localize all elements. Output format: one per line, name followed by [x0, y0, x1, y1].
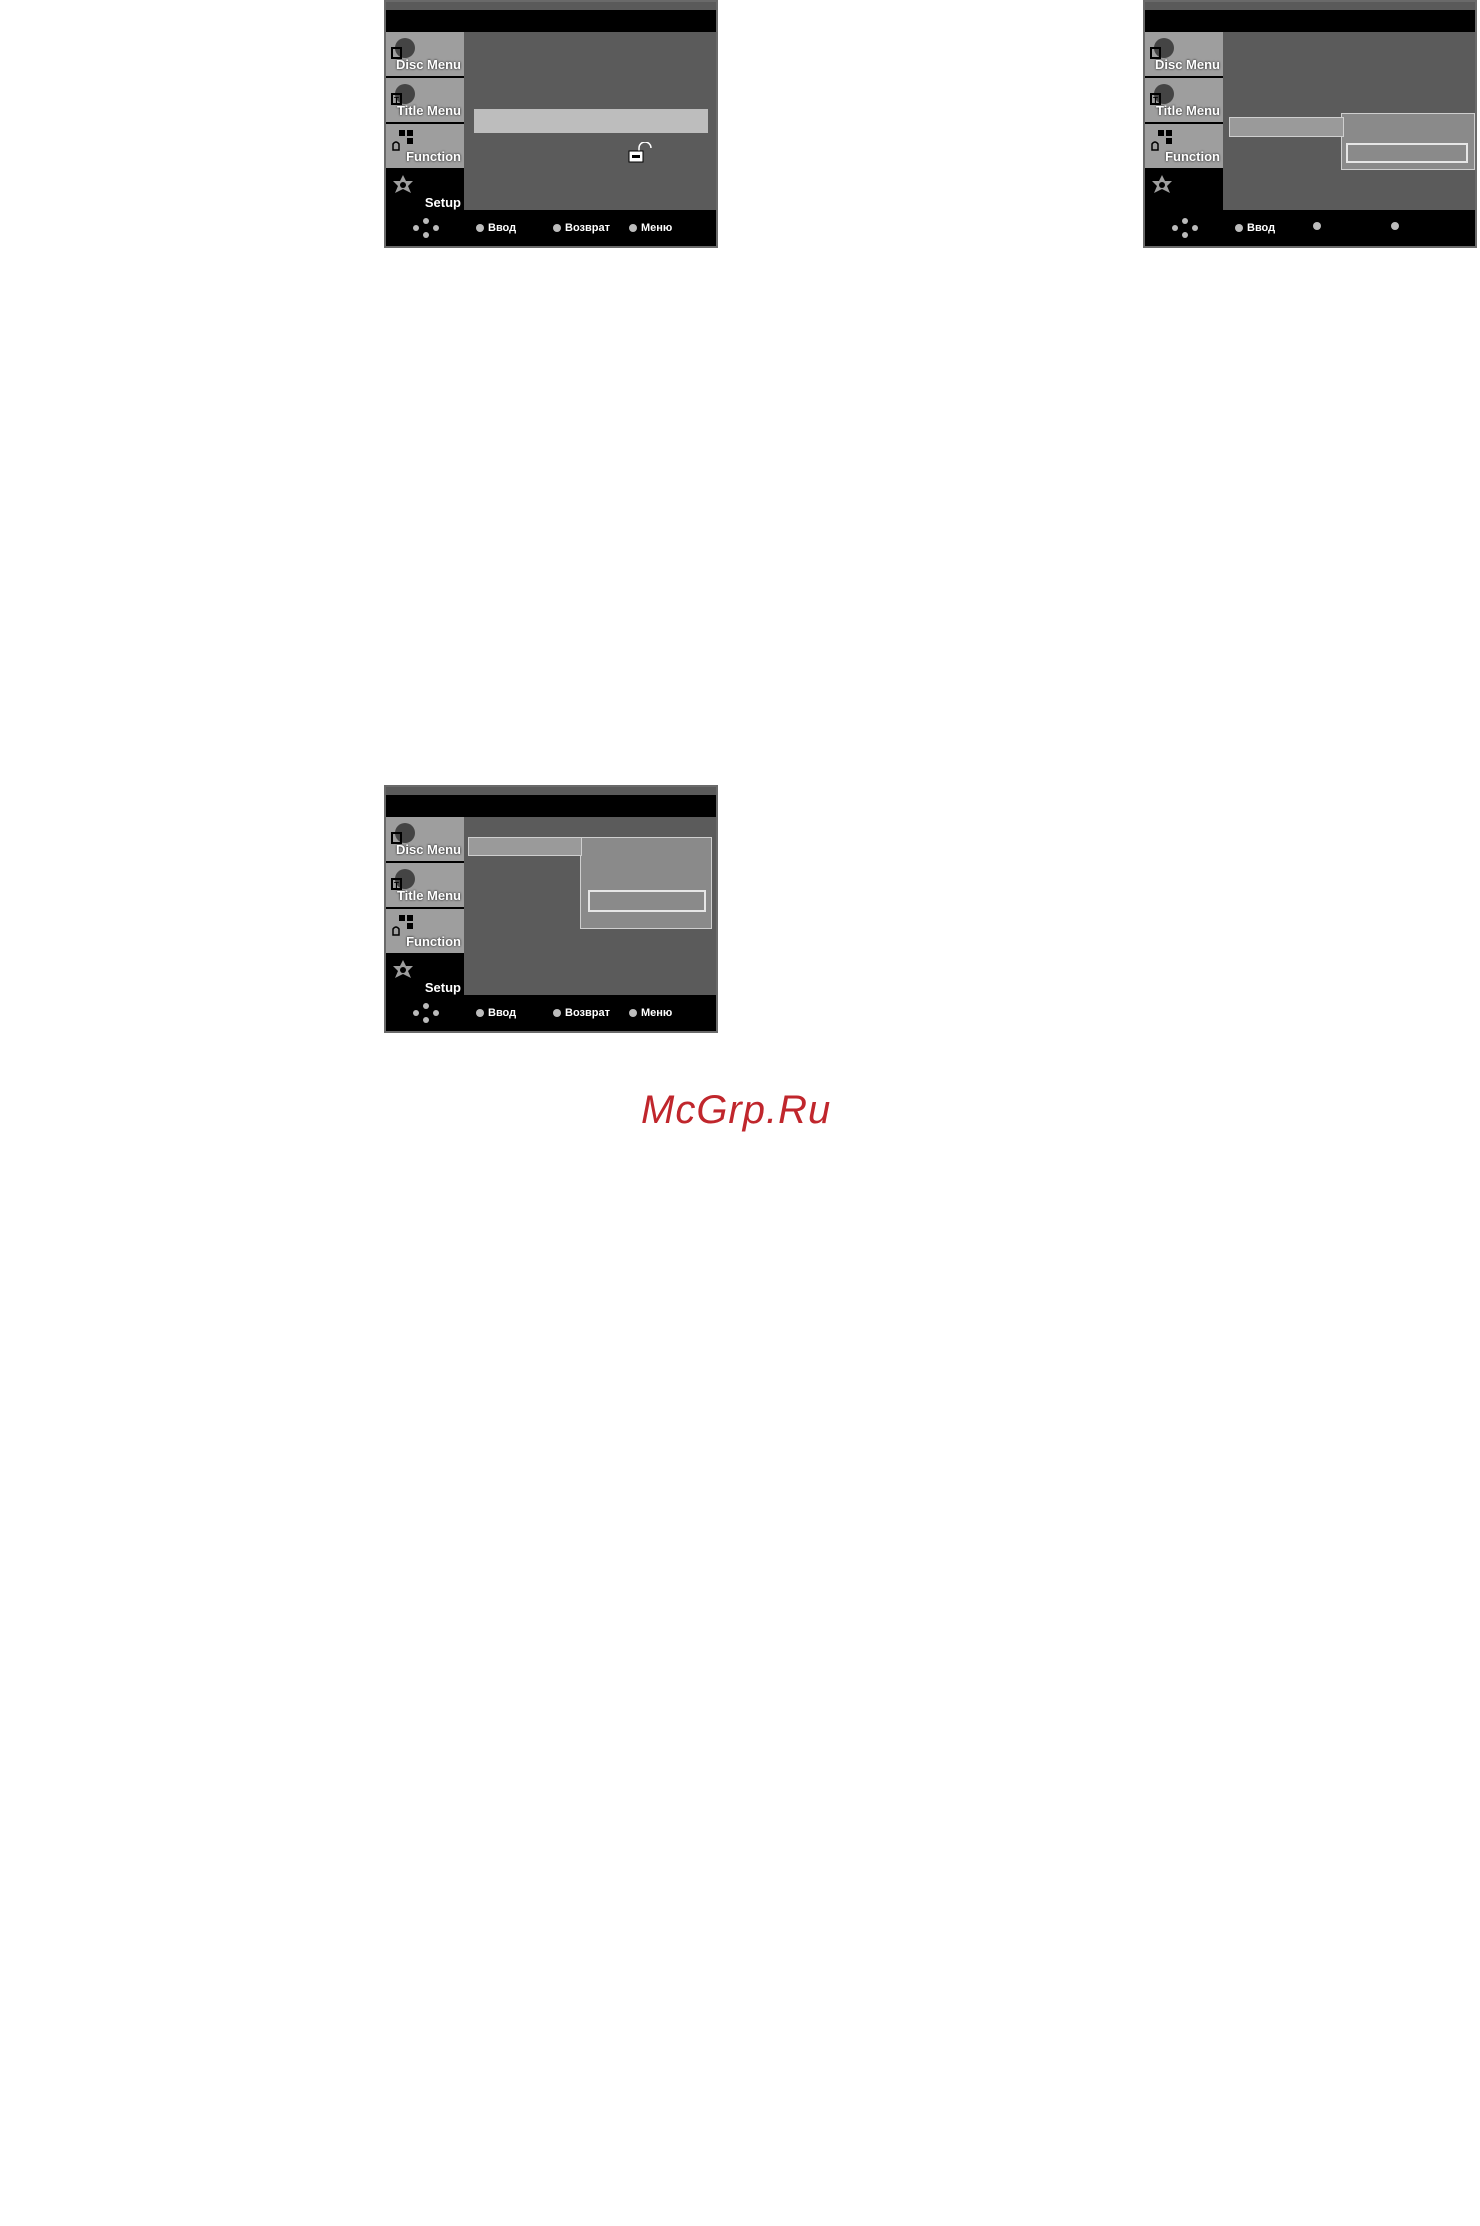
- osd-content-panel: [464, 817, 716, 997]
- menu-key-hint: Меню: [629, 1007, 672, 1019]
- enter-label: Ввод: [1247, 222, 1276, 234]
- osd-header: [386, 10, 716, 32]
- menu-label: Меню: [641, 1007, 673, 1019]
- osd-screen-setup-submenu: Disc Menu T Title Menu Function Ввод: [1143, 0, 1477, 248]
- return-key-hint: Возврат: [553, 222, 610, 234]
- sidebar-item-title-menu[interactable]: T Title Menu: [386, 78, 464, 122]
- enter-button-icon: [476, 1009, 484, 1017]
- menu-button-icon: [629, 1009, 637, 1017]
- enter-button-icon: [476, 224, 484, 232]
- return-key-hint: [1313, 222, 1325, 230]
- sidebar-item-setup[interactable]: [1145, 170, 1223, 214]
- sidebar-item-disc-menu[interactable]: Disc Menu: [1145, 32, 1223, 76]
- osd-footer: Ввод Возврат Меню: [386, 210, 716, 246]
- sidebar-item-title-menu[interactable]: T Title Menu: [386, 863, 464, 907]
- osd-sidebar: Disc Menu T Title Menu Function Setup: [386, 817, 464, 1001]
- submenu-selected-option[interactable]: [588, 890, 706, 912]
- lock-open-icon: [628, 142, 652, 163]
- enter-key-hint: Ввод: [476, 222, 516, 234]
- return-label: Возврат: [565, 222, 610, 234]
- osd-sidebar: Disc Menu T Title Menu Function: [1145, 32, 1223, 216]
- enter-button-icon: [1235, 224, 1243, 232]
- enter-key-hint: Ввод: [1235, 222, 1275, 234]
- sidebar-item-label: Disc Menu: [395, 57, 461, 72]
- sidebar-item-label: Disc Menu: [1154, 57, 1220, 72]
- highlight-bar[interactable]: [468, 837, 582, 856]
- osd-content-panel: [1223, 32, 1475, 212]
- menu-key-hint: Меню: [629, 222, 672, 234]
- return-label: Возврат: [565, 1007, 610, 1019]
- highlight-bar[interactable]: [474, 109, 708, 133]
- osd-sidebar: Disc Menu T Title Menu Function Setup: [386, 32, 464, 216]
- sidebar-item-label: Title Menu: [396, 103, 461, 118]
- osd-footer: Ввод Возврат Меню: [386, 995, 716, 1031]
- sidebar-item-function[interactable]: Function: [1145, 124, 1223, 168]
- direction-pad-icon: [413, 1003, 439, 1023]
- sidebar-item-function[interactable]: Function: [386, 909, 464, 953]
- menu-label: Меню: [641, 222, 673, 234]
- osd-header: [386, 795, 716, 817]
- gear-icon: [1152, 175, 1172, 193]
- gear-icon: [393, 960, 413, 978]
- return-button-icon: [1313, 222, 1321, 230]
- submenu-selected-option[interactable]: [1346, 143, 1468, 163]
- sidebar-item-label: Function: [406, 934, 461, 949]
- sidebar-item-label: Function: [406, 149, 461, 164]
- osd-top-bar: [1145, 2, 1475, 10]
- sidebar-item-label: Setup: [424, 980, 461, 995]
- osd-screen-setup-option: Disc Menu T Title Menu Function Setup Вв…: [384, 785, 718, 1033]
- osd-footer: Ввод: [1145, 210, 1475, 246]
- sidebar-item-disc-menu[interactable]: Disc Menu: [386, 32, 464, 76]
- sidebar-item-label: Title Menu: [396, 888, 461, 903]
- sidebar-item-label: Title Menu: [1155, 103, 1220, 118]
- enter-key-hint: Ввод: [476, 1007, 516, 1019]
- gear-icon: [393, 175, 413, 193]
- osd-header: [1145, 10, 1475, 32]
- enter-label: Ввод: [488, 222, 517, 234]
- watermark-text: McGrp.Ru: [641, 1088, 832, 1132]
- return-button-icon: [553, 1009, 561, 1017]
- submenu-popup: [580, 837, 712, 929]
- submenu-popup: [1341, 113, 1475, 170]
- sidebar-item-function[interactable]: Function: [386, 124, 464, 168]
- sidebar-item-title-menu[interactable]: T Title Menu: [1145, 78, 1223, 122]
- return-button-icon: [553, 224, 561, 232]
- return-key-hint: Возврат: [553, 1007, 610, 1019]
- sidebar-item-label: Function: [1165, 149, 1220, 164]
- sidebar-item-disc-menu[interactable]: Disc Menu: [386, 817, 464, 861]
- direction-pad-icon: [413, 218, 439, 238]
- sidebar-item-label: Setup: [424, 195, 461, 210]
- osd-top-bar: [386, 2, 716, 10]
- osd-screen-setup-lock: Disc Menu T Title Menu Function Setup Вв…: [384, 0, 718, 248]
- highlight-bar[interactable]: [1229, 117, 1344, 137]
- menu-button-icon: [1391, 222, 1399, 230]
- sidebar-item-setup[interactable]: Setup: [386, 170, 464, 214]
- osd-top-bar: [386, 787, 716, 795]
- osd-content-panel: [464, 32, 716, 212]
- menu-key-hint: [1391, 222, 1403, 230]
- sidebar-item-setup[interactable]: Setup: [386, 955, 464, 999]
- menu-button-icon: [629, 224, 637, 232]
- direction-pad-icon: [1172, 218, 1198, 238]
- enter-label: Ввод: [488, 1007, 517, 1019]
- sidebar-item-label: Disc Menu: [395, 842, 461, 857]
